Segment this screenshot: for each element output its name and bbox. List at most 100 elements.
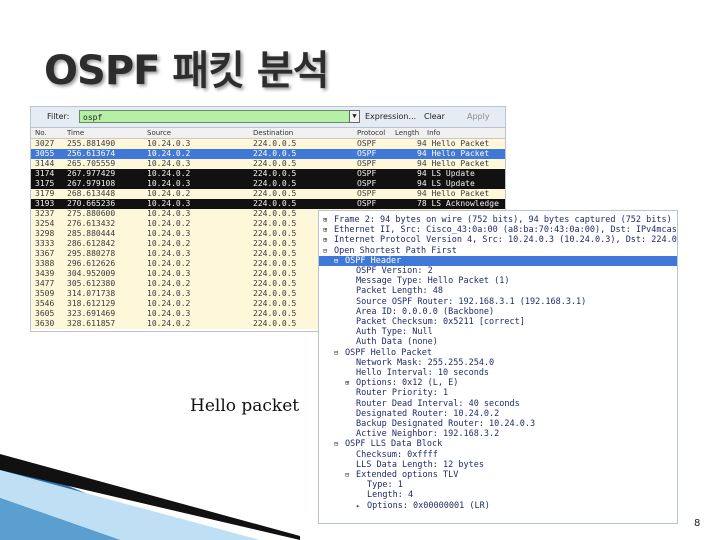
- table-row[interactable]: 3193 270.665236 10.24.0.3 224.0.0.5 OSPF 78 L…: [31, 199, 505, 209]
- column-header-protocol[interactable]: Protocol: [357, 129, 385, 137]
- table-row[interactable]: 3179 268.613448 10.24.0.2 224.0.0.5 OSPF 94 H…: [31, 189, 505, 199]
- detail-tree-item[interactable]: Designated Router: 10.24.0.2: [319, 409, 677, 419]
- detail-tree-item[interactable]: ⊞ Ethernet II, Src: Cisco_43:0a:00 (a8:ba…: [319, 225, 677, 235]
- column-header-time[interactable]: Time: [67, 129, 84, 137]
- tree-expand-icon[interactable]: ⊞: [345, 378, 349, 388]
- detail-tree-item[interactable]: Backup Designated Router: 10.24.0.3: [319, 419, 677, 429]
- table-row[interactable]: 3027 255.881490 10.24.0.3 224.0.0.5 OSPF 94 H…: [31, 139, 505, 149]
- detail-tree-label: Area ID: 0.0.0.0 (Backbone): [356, 306, 495, 317]
- tree-collapse-icon[interactable]: ⊟: [323, 246, 327, 256]
- detail-tree-item[interactable]: Source OSPF Router: 192.168.3.1 (192.168…: [319, 297, 677, 307]
- cell-no: 3605: [35, 309, 55, 318]
- detail-tree-item[interactable]: LLS Data Length: 12 bytes: [319, 460, 677, 470]
- slide-decoration: [0, 454, 300, 540]
- detail-tree-label: Message Type: Hello Packet (1): [356, 276, 510, 287]
- table-row[interactable]: 3055 256.613674 10.24.0.2 224.0.0.5 OSPF 94 H…: [31, 149, 505, 159]
- chevron-down-icon[interactable]: ▼: [349, 110, 360, 123]
- filter-input[interactable]: ospf: [79, 110, 351, 123]
- detail-tree-item[interactable]: Auth Data (none): [319, 337, 677, 347]
- detail-tree-label: Backup Designated Router: 10.24.0.3: [356, 419, 536, 429]
- column-header-destination[interactable]: Destination: [253, 129, 293, 137]
- cell-source: 10.24.0.3: [147, 159, 191, 168]
- detail-tree-label: Extended options TLV: [356, 470, 459, 480]
- detail-tree-item[interactable]: Message Type: Hello Packet (1): [319, 276, 677, 286]
- cell-source: 10.24.0.3: [147, 229, 191, 238]
- detail-tree-item[interactable]: Packet Checksum: 0x5211 [correct]: [319, 317, 677, 327]
- tree-collapse-icon[interactable]: ⊟: [334, 348, 338, 358]
- detail-tree-item[interactable]: Active Neighbor: 192.168.3.2: [319, 429, 677, 439]
- detail-tree-item[interactable]: Packet Length: 48: [319, 286, 677, 296]
- tree-expand-icon[interactable]: ⊞: [323, 215, 327, 225]
- cell-no: 3298: [35, 229, 55, 238]
- detail-tree-label: Auth Type: Null: [356, 327, 433, 338]
- table-row[interactable]: 3144 265.705559 10.24.0.3 224.0.0.5 OSPF 94 H…: [31, 159, 505, 169]
- cell-time: 256.613674: [67, 149, 116, 158]
- cell-destination: 224.0.0.5: [253, 189, 297, 198]
- cell-destination: 224.0.0.5: [253, 259, 297, 268]
- detail-tree-item[interactable]: Hello Interval: 10 seconds: [319, 368, 677, 378]
- detail-tree-item[interactable]: ⊞ Frame 2: 94 bytes on wire (752 bits), 9…: [319, 215, 677, 225]
- detail-tree-item[interactable]: ⊟ OSPF Hello Packet: [319, 348, 677, 358]
- cell-source: 10.24.0.2: [147, 259, 191, 268]
- detail-tree-item[interactable]: ⊟ Extended options TLV: [319, 470, 677, 480]
- tree-collapse-icon[interactable]: ⊟: [334, 439, 338, 449]
- detail-tree-label: Active Neighbor: 192.168.3.2: [356, 429, 500, 440]
- cell-protocol: OSPF: [357, 159, 377, 168]
- detail-tree-item[interactable]: OSPF Version: 2: [319, 266, 677, 276]
- detail-tree-item[interactable]: Router Dead Interval: 40 seconds: [319, 399, 677, 409]
- cell-source: 10.24.0.3: [147, 199, 191, 208]
- cell-source: 10.24.0.3: [147, 179, 191, 188]
- cell-source: 10.24.0.2: [147, 239, 191, 248]
- cell-source: 10.24.0.2: [147, 279, 191, 288]
- detail-tree-item[interactable]: ⊟ OSPF LLS Data Block: [319, 439, 677, 449]
- detail-tree-item[interactable]: ⊞ Internet Protocol Version 4, Src: 10.24…: [319, 235, 677, 245]
- cell-no: 3477: [35, 279, 55, 288]
- detail-tree-item[interactable]: Checksum: 0xffff: [319, 450, 677, 460]
- detail-tree-item[interactable]: Type: 1: [319, 480, 677, 490]
- tree-expand-icon[interactable]: ⊞: [323, 225, 327, 235]
- expression-button[interactable]: Expression...: [365, 112, 416, 121]
- cell-no: 3439: [35, 269, 55, 278]
- detail-tree-item[interactable]: ▸ Options: 0x00000001 (LR): [319, 501, 677, 511]
- cell-destination: 224.0.0.5: [253, 229, 297, 238]
- detail-tree-item[interactable]: Area ID: 0.0.0.0 (Backbone): [319, 307, 677, 317]
- detail-tree-label: OSPF Version: 2: [356, 266, 433, 276]
- table-row[interactable]: 3175 267.979108 10.24.0.3 224.0.0.5 OSPF 94 L…: [31, 179, 505, 189]
- detail-tree-label: Network Mask: 255.255.254.0: [356, 357, 495, 368]
- column-header-info[interactable]: Info: [427, 129, 440, 137]
- tree-expand-icon[interactable]: ⊞: [323, 235, 327, 245]
- detail-tree-item[interactable]: Network Mask: 255.255.254.0: [319, 358, 677, 368]
- packet-details-pane: ⊞ Frame 2: 94 bytes on wire (752 bits), 9…: [318, 210, 678, 524]
- cell-protocol: OSPF: [357, 189, 377, 198]
- detail-tree-label: Source OSPF Router: 192.168.3.1 (192.168…: [356, 296, 587, 307]
- detail-tree-item[interactable]: Router Priority: 1: [319, 388, 677, 398]
- cell-time: 270.665236: [67, 199, 116, 208]
- detail-tree-item[interactable]: ⊞ Options: 0x12 (L, E): [319, 378, 677, 388]
- column-header-source[interactable]: Source: [147, 129, 171, 137]
- detail-tree-item[interactable]: Length: 4: [319, 490, 677, 500]
- cell-no: 3388: [35, 259, 55, 268]
- cell-no: 3175: [35, 179, 55, 188]
- cell-source: 10.24.0.2: [147, 149, 191, 158]
- detail-tree-item[interactable]: ⊟ Open Shortest Path First: [319, 246, 677, 256]
- tree-collapse-icon[interactable]: ⊟: [345, 470, 349, 480]
- column-header-length[interactable]: Length: [395, 129, 419, 137]
- cell-time: 318.612129: [67, 299, 116, 308]
- cell-source: 10.24.0.2: [147, 299, 191, 308]
- detail-tree-item[interactable]: ⊟ OSPF Header: [319, 255, 677, 266]
- cell-destination: 224.0.0.5: [253, 309, 297, 318]
- tree-arrow-icon[interactable]: ▸: [356, 501, 360, 511]
- apply-button[interactable]: Apply: [467, 112, 490, 121]
- cell-time: 275.880600: [67, 209, 116, 218]
- cell-destination: 224.0.0.5: [253, 279, 297, 288]
- cell-time: 285.880444: [67, 229, 116, 238]
- filter-label: Filter:: [47, 112, 70, 121]
- cell-info: 94 LS Update: [417, 179, 475, 188]
- column-header-no[interactable]: No.: [35, 129, 47, 137]
- tree-collapse-icon[interactable]: ⊟: [334, 256, 338, 266]
- clear-button[interactable]: Clear: [424, 112, 445, 121]
- cell-source: 10.24.0.3: [147, 309, 191, 318]
- table-row[interactable]: 3174 267.977429 10.24.0.2 224.0.0.5 OSPF 94 L…: [31, 169, 505, 179]
- detail-tree-item[interactable]: Auth Type: Null: [319, 327, 677, 337]
- cell-destination: 224.0.0.5: [253, 299, 297, 308]
